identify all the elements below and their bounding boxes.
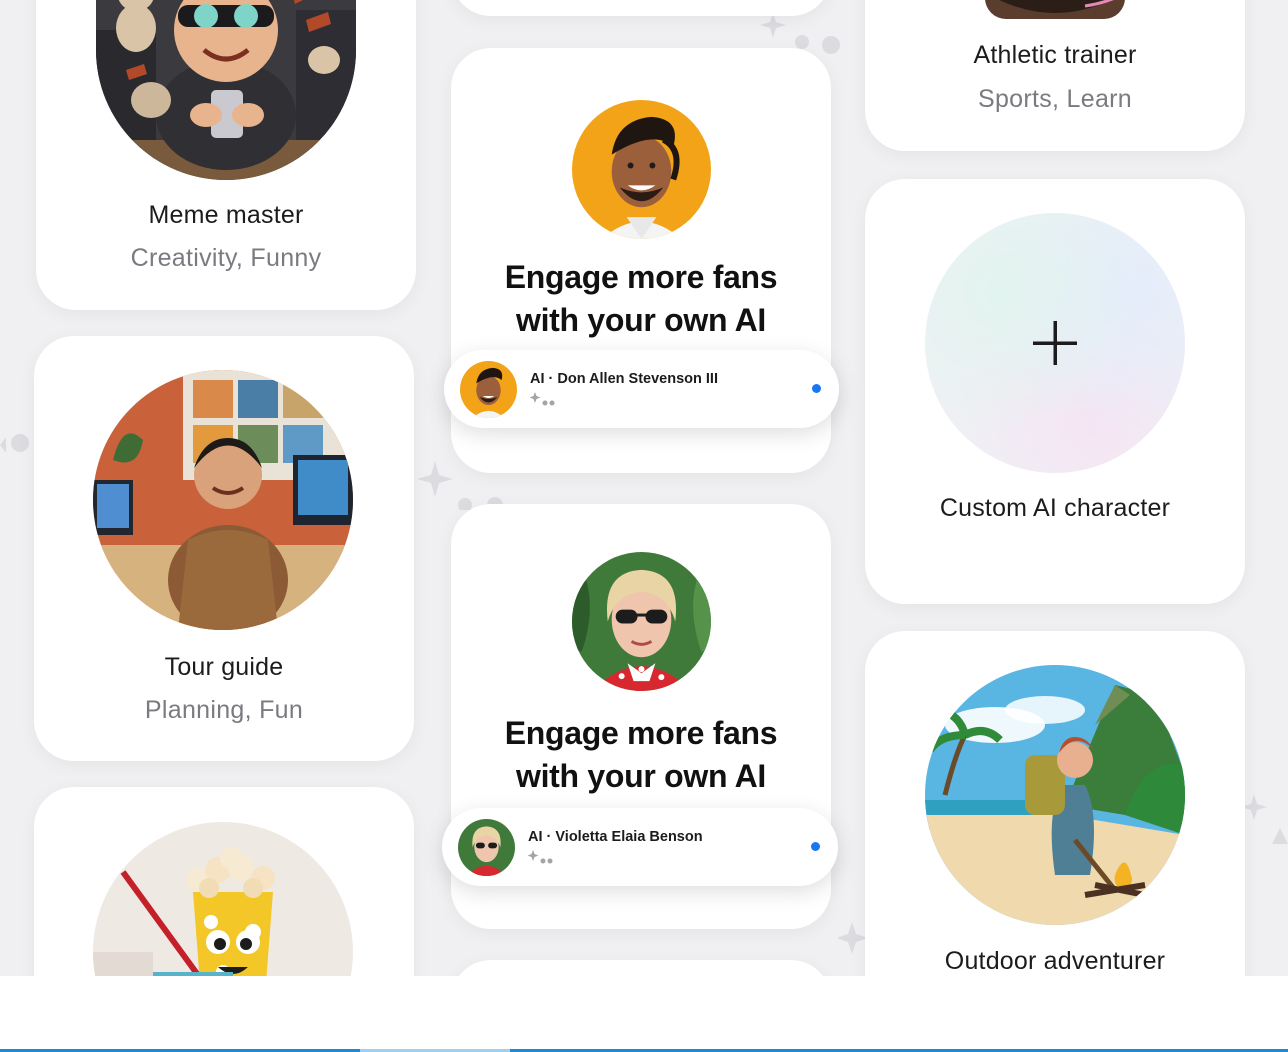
meme-master-avatar [96, 0, 356, 180]
sparkle-decoration-icon [1242, 794, 1288, 844]
character-card-tour-guide[interactable]: Tour guide Planning, Fun [34, 336, 414, 761]
character-card-outdoor-adventurer[interactable]: Outdoor adventurer [865, 631, 1245, 976]
create-character-button[interactable] [925, 213, 1185, 473]
character-subtitle: Creativity, Funny [130, 244, 322, 272]
outdoor-adventurer-avatar [925, 665, 1185, 925]
sparkle-icon [528, 850, 553, 864]
violetta-mini-avatar [458, 819, 515, 876]
promo-heading-line1: Engage more fans [504, 259, 778, 295]
violetta-avatar [572, 552, 711, 691]
sparkle-decoration-icon [838, 922, 868, 954]
don-allen-avatar [572, 100, 711, 239]
card-partial-top[interactable] [451, 0, 831, 16]
character-gallery: Meme master Creativity, Funny Tour guide… [0, 0, 1288, 976]
ai-chat-chip-don-allen[interactable]: AI · Don Allen Stevenson III [444, 350, 839, 428]
plus-icon [1033, 321, 1077, 365]
ai-chip-name: AI · Don Allen Stevenson III [530, 371, 718, 387]
character-title: Custom AI character [939, 494, 1171, 522]
character-title: Athletic trainer [973, 41, 1137, 69]
character-title: Meme master [148, 201, 304, 229]
character-card-popcorn[interactable] [34, 787, 414, 976]
tour-guide-avatar [93, 370, 353, 630]
promo-heading-line2: with your own AI [516, 758, 766, 794]
card-partial-bottom[interactable] [451, 960, 831, 976]
ai-chip-name: AI · Violetta Elaia Benson [528, 829, 703, 845]
popcorn-character-avatar [93, 822, 353, 976]
ai-chat-chip-violetta[interactable]: AI · Violetta Elaia Benson [442, 808, 838, 886]
character-subtitle: Sports, Learn [978, 85, 1132, 113]
character-title: Outdoor adventurer [944, 947, 1166, 975]
sparkle-icon [530, 392, 555, 406]
online-dot-icon [811, 842, 820, 851]
character-card-athletic-trainer[interactable]: Athletic trainer Sports, Learn [865, 0, 1245, 151]
promo-heading-line1: Engage more fans [504, 715, 778, 751]
promo-heading-line2: with your own AI [516, 302, 766, 338]
character-card-meme-master[interactable]: Meme master Creativity, Funny [36, 0, 416, 310]
character-subtitle: Planning, Fun [144, 696, 304, 724]
athletic-trainer-avatar [985, 0, 1125, 19]
character-title: Tour guide [164, 653, 284, 681]
promo-heading: Engage more fans with your own AI [451, 256, 831, 342]
online-dot-icon [812, 384, 821, 393]
custom-ai-character-card[interactable]: Custom AI character [865, 179, 1245, 604]
don-allen-mini-avatar [460, 361, 517, 418]
bottom-bar [0, 976, 1288, 1052]
promo-heading: Engage more fans with your own AI [451, 712, 831, 798]
